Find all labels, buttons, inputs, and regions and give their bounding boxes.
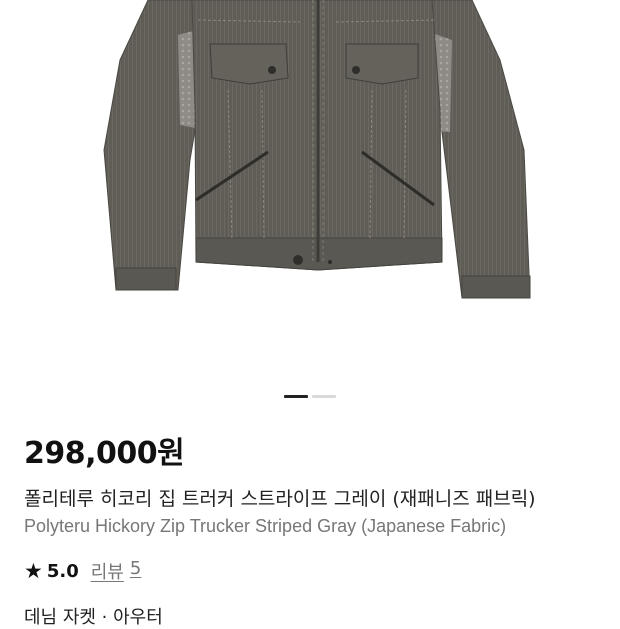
rating-row: ★ 5.0 리뷰 5 bbox=[24, 558, 141, 584]
carousel-indicator[interactable] bbox=[284, 395, 336, 398]
reviews-link[interactable]: 리뷰 5 bbox=[91, 558, 142, 584]
carousel-dot[interactable] bbox=[312, 395, 336, 398]
product-title-korean: 폴리테루 히코리 집 트러커 스트라이프 그레이 (재패니즈 패브릭) bbox=[24, 488, 536, 510]
reviews-label: 리뷰 bbox=[90, 562, 124, 583]
product-title-english: Polyteru Hickory Zip Trucker Striped Gra… bbox=[24, 516, 507, 536]
product-price: 298,000원 bbox=[24, 436, 185, 471]
product-category[interactable]: 데님 자켓 · 아우터 bbox=[24, 603, 163, 629]
reviews-count: 5 bbox=[129, 558, 142, 579]
jacket-photo bbox=[103, 0, 531, 299]
carousel-dot-active[interactable] bbox=[284, 395, 308, 398]
rating-score: 5.0 bbox=[46, 560, 79, 582]
star-icon: ★ bbox=[24, 558, 43, 583]
product-image[interactable] bbox=[0, 0, 620, 372]
